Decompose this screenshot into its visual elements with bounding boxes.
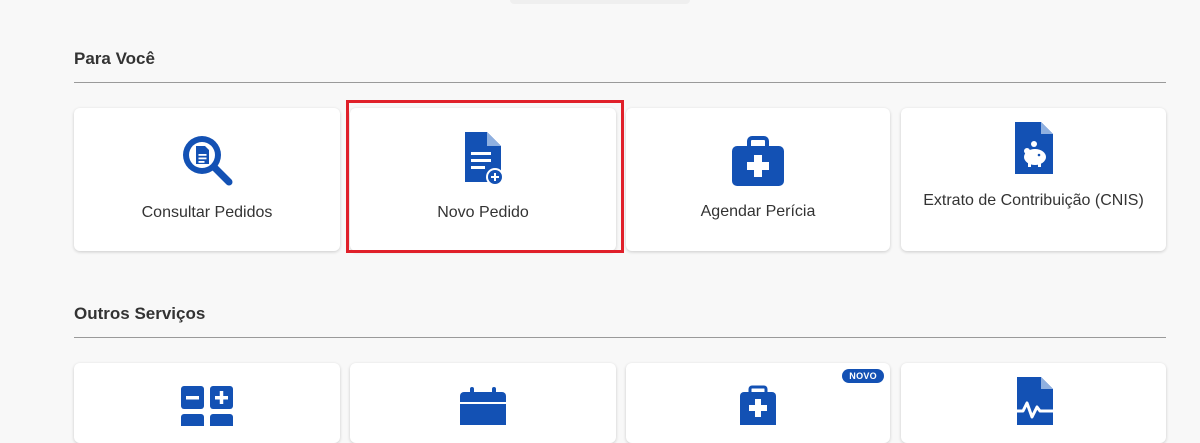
medical-kit-icon [732, 136, 784, 186]
card-label: Agendar Perícia [700, 203, 816, 220]
top-strip [510, 0, 690, 4]
card-consultar-pedidos[interactable]: Consultar Pedidos [74, 108, 340, 251]
medical-clipboard-icon [740, 385, 776, 425]
search-document-icon [183, 136, 233, 186]
calculator-icon [181, 386, 233, 426]
card-extrato-contribuicao[interactable]: Extrato de Contribuição (CNIS) [901, 108, 1166, 251]
card-novo-pedido[interactable]: Novo Pedido [350, 108, 616, 251]
card-calendar[interactable] [350, 363, 616, 443]
card-label: Consultar Pedidos [141, 204, 273, 221]
new-document-icon [465, 132, 504, 186]
card-agendar-pericia[interactable]: Agendar Perícia [626, 108, 890, 251]
section-title-para-voce: Para Você [74, 49, 155, 68]
card-calculator[interactable] [74, 363, 340, 443]
piggy-bank-document-icon [1014, 122, 1053, 174]
section-title-outros-servicos: Outros Serviços [74, 304, 206, 323]
calendar-icon [460, 387, 506, 425]
card-heartbeat-document[interactable] [901, 363, 1166, 443]
section-divider [74, 82, 1166, 83]
card-medical-clipboard[interactable]: NOVO [626, 363, 890, 443]
card-label: Novo Pedido [437, 204, 529, 221]
heartbeat-document-icon [1010, 377, 1057, 425]
card-label: Extrato de Contribuição (CNIS) [923, 192, 1144, 209]
new-badge: NOVO [842, 369, 884, 383]
section-divider [74, 337, 1166, 338]
